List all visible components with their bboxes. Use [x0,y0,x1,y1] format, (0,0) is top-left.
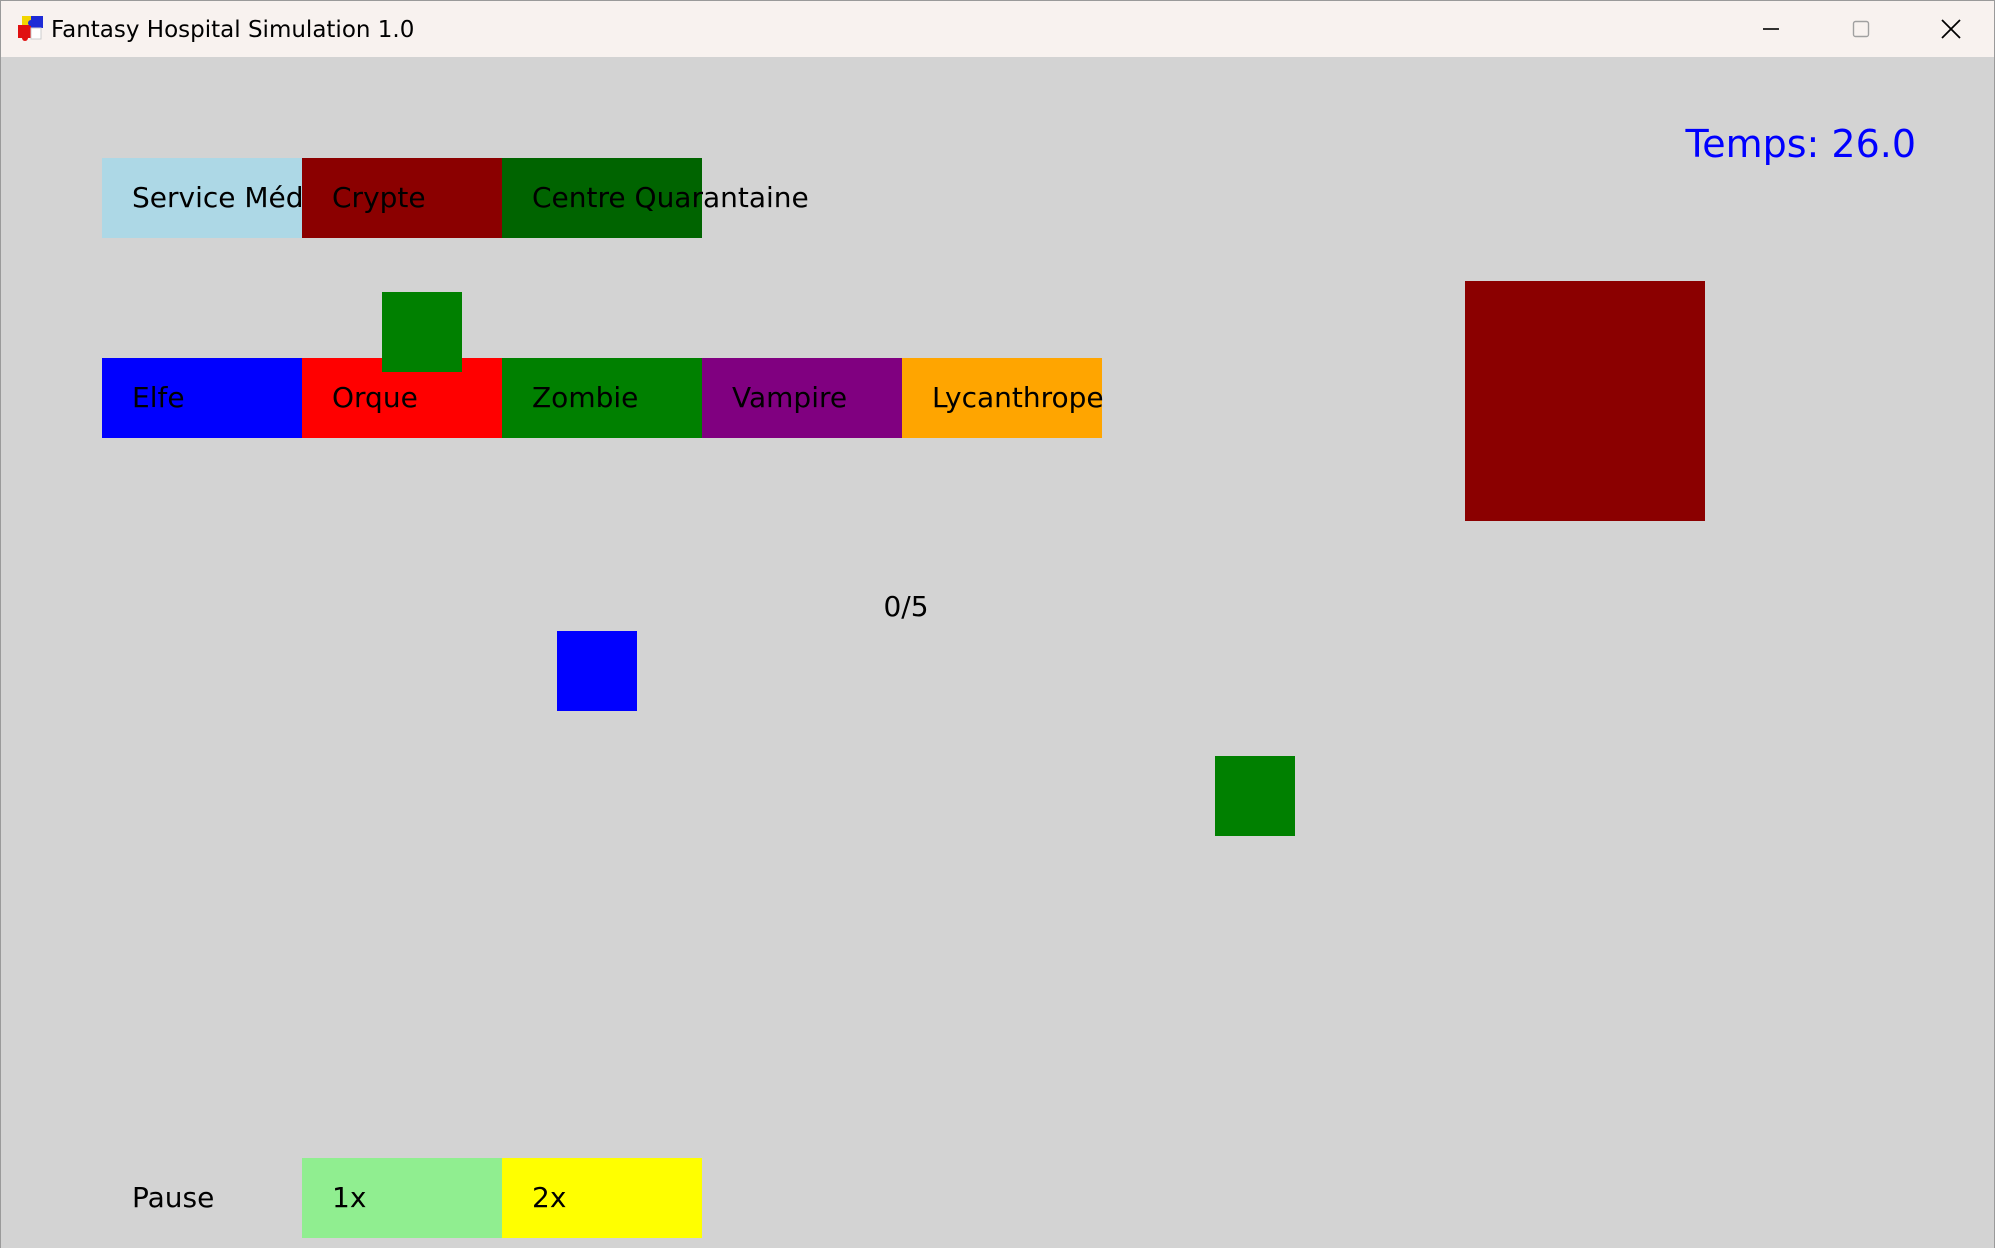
vampire-button[interactable]: Vampire [702,358,902,438]
speed-1x-button[interactable]: 1x [302,1158,502,1238]
window-title: Fantasy Hospital Simulation 1.0 [51,17,415,43]
vampire-label: Vampire [732,381,848,414]
centre-quarantaine-label: Centre Quarantaine [532,181,809,214]
close-icon [1941,19,1961,39]
zombie-button[interactable]: Zombie [502,358,702,438]
pause-button[interactable]: Pause [102,1158,302,1238]
maximize-icon [1852,20,1870,38]
patient-counter: 0/5 [883,590,929,623]
elf-patient[interactable] [557,631,637,711]
game-canvas[interactable]: Service Médical Crypte Centre Quarantain… [1,57,1994,1248]
close-button[interactable] [1906,1,1995,57]
lycanthrope-button[interactable]: Lycanthrope [902,358,1104,438]
minimize-icon [1763,28,1779,30]
pause-label: Pause [132,1181,215,1214]
zombie-patient[interactable] [1215,756,1295,836]
crypte-button[interactable]: Crypte [302,158,502,238]
time-display: Temps: 26.0 [1685,122,1916,166]
crypt-building[interactable] [1465,281,1705,521]
crypte-label: Crypte [332,181,426,214]
service-medical-button[interactable]: Service Médical [102,158,352,238]
maximize-button[interactable] [1816,1,1906,57]
speed-1x-label: 1x [332,1181,367,1214]
elfe-label: Elfe [132,381,185,414]
puzzle-app-icon [18,16,43,41]
minimize-button[interactable] [1726,1,1816,57]
elfe-button[interactable]: Elfe [102,358,302,438]
zombie-patient[interactable] [382,292,462,372]
title-bar[interactable]: Fantasy Hospital Simulation 1.0 [1,1,1994,57]
speed-2x-label: 2x [532,1181,567,1214]
app-window: Fantasy Hospital Simulation 1.0 Service … [0,0,1995,1248]
lycanthrope-label: Lycanthrope [932,381,1104,414]
centre-quarantaine-button[interactable]: Centre Quarantaine [502,158,809,238]
speed-2x-button[interactable]: 2x [502,1158,702,1238]
zombie-label: Zombie [532,381,639,414]
